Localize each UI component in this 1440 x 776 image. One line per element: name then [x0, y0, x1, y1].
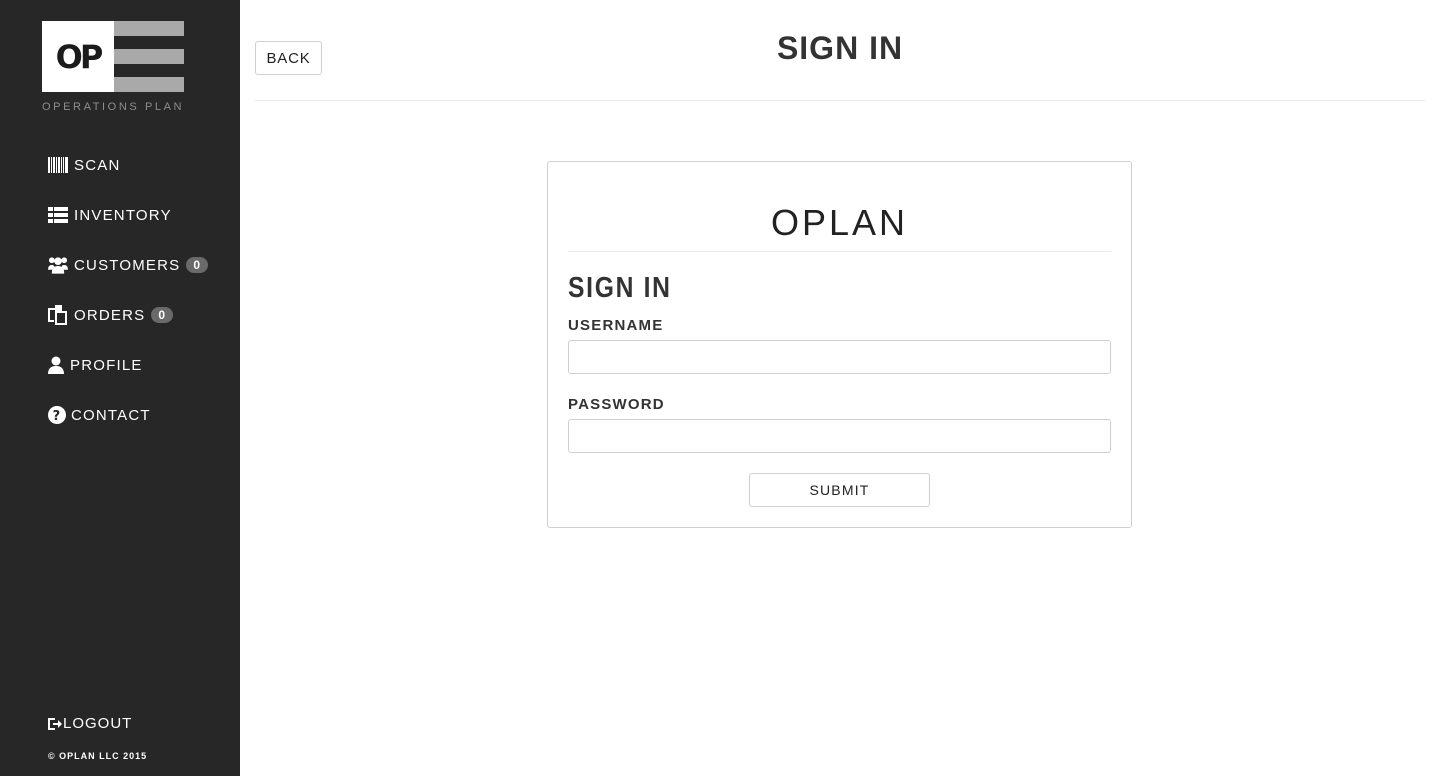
sidebar-item-contact[interactable]: ? CONTACT [48, 404, 151, 426]
form-title: SIGN IN [568, 272, 672, 304]
logo-subtitle: OPERATIONS PLAN [42, 101, 185, 113]
svg-text:?: ? [53, 409, 62, 424]
submit-button[interactable]: SUBMIT [749, 473, 930, 507]
sidebar-item-label: CUSTOMERS [74, 256, 181, 274]
logo[interactable]: OP OPERATIONS PLAN [42, 21, 185, 115]
logo-stripe [114, 49, 184, 64]
sidebar-item-profile[interactable]: PROFILE [48, 354, 143, 376]
logo-stripe [114, 77, 184, 92]
logout-icon [48, 717, 62, 730]
signin-card: OPLAN SIGN IN USERNAME PASSWORD SUBMIT [547, 161, 1132, 528]
sidebar-item-customers[interactable]: CUSTOMERS 0 [48, 254, 208, 276]
sidebar-item-label: INVENTORY [74, 206, 172, 224]
page-title: SIGN IN [776, 30, 904, 66]
sidebar-item-label: ORDERS [74, 306, 146, 324]
logout-link[interactable]: LOGOUT [48, 715, 132, 732]
barcode-icon [48, 156, 68, 174]
users-icon [48, 256, 68, 274]
question-icon: ? [48, 406, 66, 424]
sidebar-item-orders[interactable]: ORDERS 0 [48, 304, 173, 326]
brand-title: OPLAN [770, 202, 909, 243]
sidebar-item-label: PROFILE [70, 356, 143, 374]
divider [568, 251, 1111, 252]
user-icon [48, 356, 64, 374]
sidebar-item-inventory[interactable]: INVENTORY [48, 204, 172, 226]
list-icon [48, 206, 68, 224]
copyright: © OPLAN LLC 2015 [48, 751, 148, 761]
orders-count-badge: 0 [151, 307, 173, 323]
username-label: USERNAME [568, 317, 664, 334]
sidebar-item-label: CONTACT [71, 406, 151, 424]
logo-stripe [114, 21, 184, 36]
logout-label: LOGOUT [63, 715, 133, 732]
logo-mark: OP [42, 21, 114, 92]
sidebar: OP OPERATIONS PLAN SCAN INVENTORY CUSTOM… [0, 0, 240, 776]
top-bar: BACK SIGN IN [255, 0, 1425, 101]
username-field[interactable] [568, 340, 1111, 374]
copy-icon [48, 305, 68, 325]
sidebar-item-label: SCAN [74, 156, 121, 174]
password-field[interactable] [568, 419, 1111, 453]
customers-count-badge: 0 [186, 257, 208, 273]
logo-mark-text: OP [55, 37, 104, 76]
sidebar-item-scan[interactable]: SCAN [48, 154, 120, 176]
password-label: PASSWORD [568, 396, 665, 413]
